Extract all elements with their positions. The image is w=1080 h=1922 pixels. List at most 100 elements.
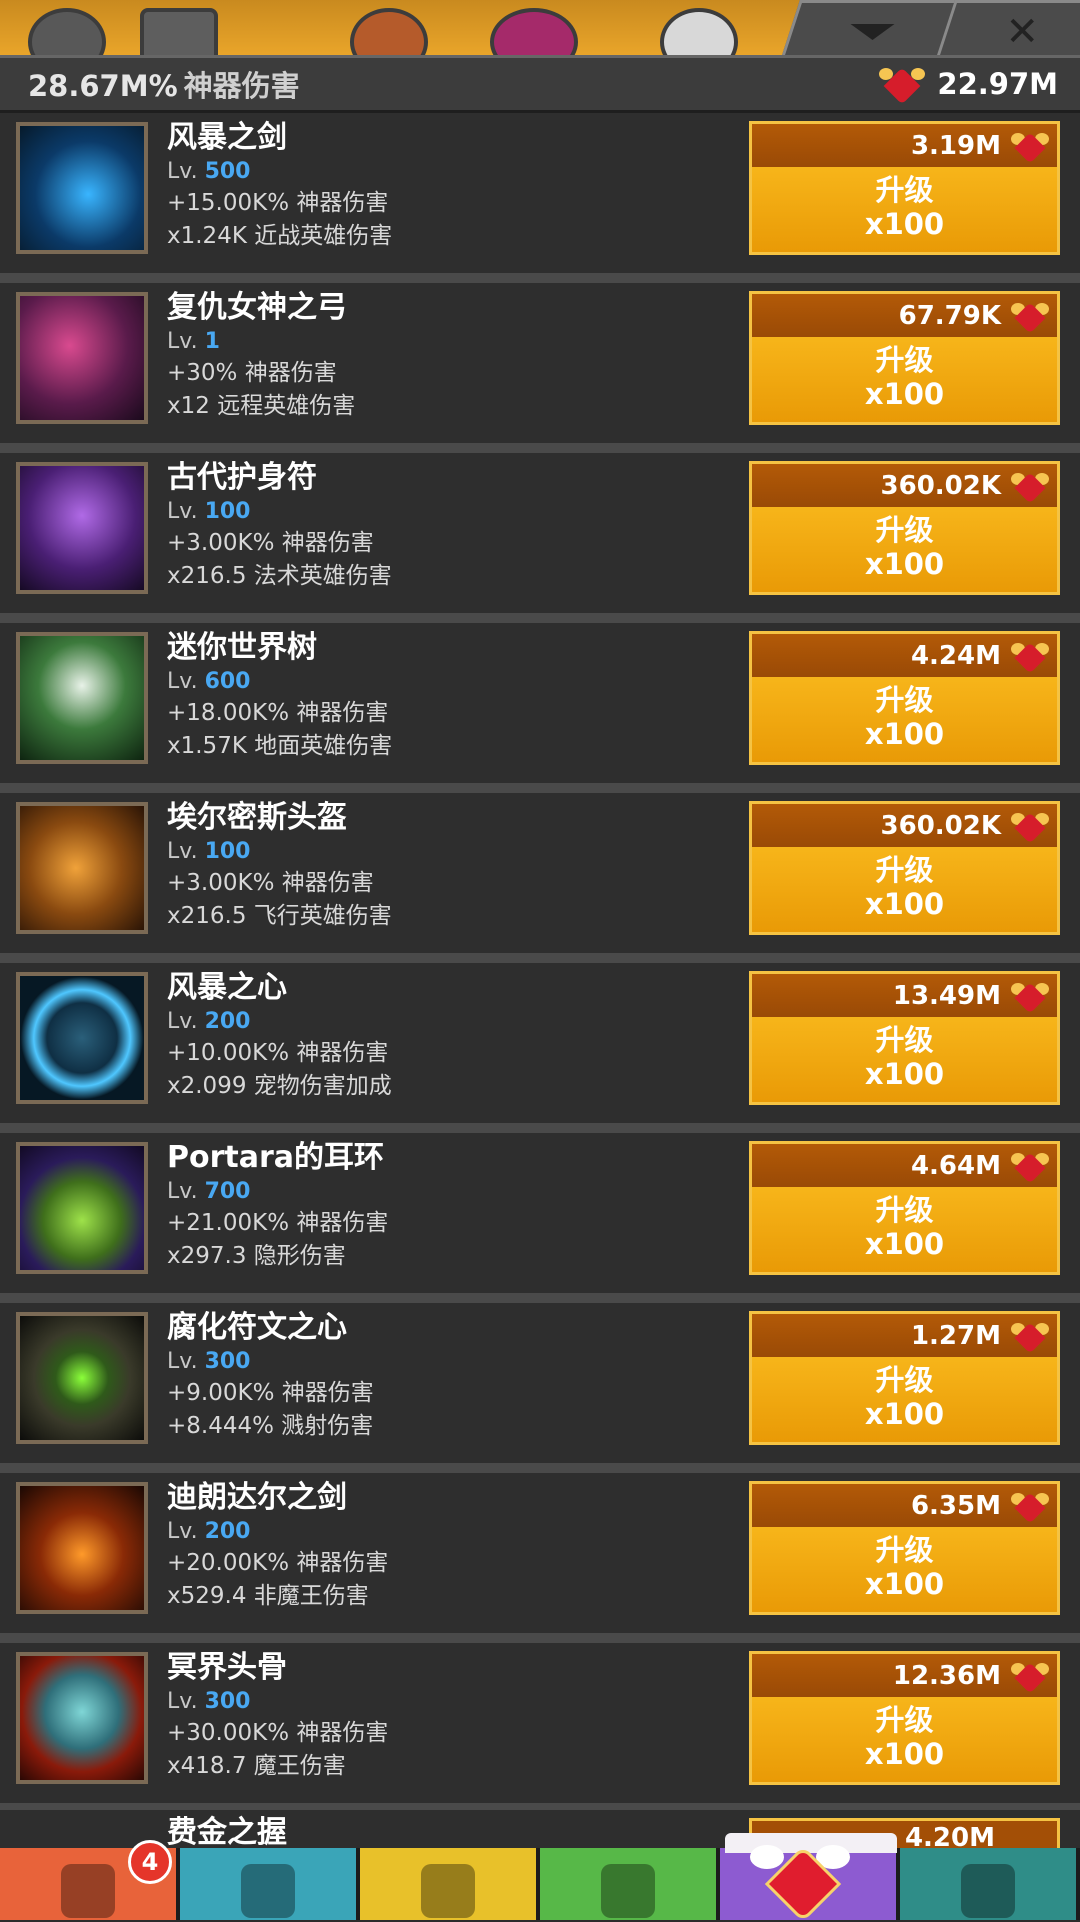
tab-equipment[interactable] — [360, 1848, 540, 1920]
artifact-level: Lv. 600 — [167, 669, 251, 694]
game-top-strip: ✕ — [0, 0, 1080, 55]
upgrade-button[interactable]: 360.02K 升级 x100 — [749, 461, 1060, 595]
artifact-name: 迪朗达尔之剑 — [167, 1480, 347, 1515]
winged-heart-icon — [1011, 811, 1049, 844]
viking-helmet-icon — [241, 1864, 295, 1918]
artifact-level: Lv. 100 — [167, 839, 251, 864]
upgrade-quantity: x100 — [864, 547, 945, 581]
artifact-list[interactable]: 风暴之剑 Lv. 500 +15.00K% 神器伤害 x1.24K 近战英雄伤害… — [0, 113, 1080, 1813]
upgrade-button[interactable]: 4.24M 升级 x100 — [749, 631, 1060, 765]
artifact-effect-1: +9.00K% 神器伤害 — [167, 1380, 374, 1406]
artifact-row: 风暴之剑 Lv. 500 +15.00K% 神器伤害 x1.24K 近战英雄伤害… — [0, 113, 1080, 283]
artifact-name: 埃尔密斯头盔 — [167, 800, 347, 835]
artifact-level: Lv. 1 — [167, 329, 220, 354]
upgrade-button[interactable]: 6.35M 升级 x100 — [749, 1481, 1060, 1615]
tab-shop[interactable] — [900, 1848, 1080, 1920]
game-orb-icon[interactable] — [490, 8, 578, 55]
winged-heart-icon — [1011, 1321, 1049, 1354]
notification-badge: 4 — [128, 1840, 172, 1884]
game-orb-icon[interactable] — [350, 8, 428, 55]
settings-gear-icon[interactable] — [28, 8, 106, 55]
artifact-effect-1: +30.00K% 神器伤害 — [167, 1720, 389, 1746]
winged-heart-icon — [1011, 981, 1049, 1014]
upgrade-label: 升级 — [875, 343, 934, 377]
upgrade-button[interactable]: 3.19M 升级 x100 — [749, 121, 1060, 255]
artifact-name: 冥界头骨 — [167, 1650, 287, 1685]
tab-pets[interactable] — [540, 1848, 720, 1920]
sword-icon — [61, 1864, 115, 1918]
upgrade-button[interactable]: 1.27M 升级 x100 — [749, 1311, 1060, 1445]
artifact-effect-2: x1.57K 地面英雄伤害 — [167, 733, 393, 759]
upgrade-quantity: x100 — [864, 1567, 945, 1601]
upgrade-label: 升级 — [875, 853, 934, 887]
artifact-row: 埃尔密斯头盔 Lv. 100 +3.00K% 神器伤害 x216.5 飞行英雄伤… — [0, 793, 1080, 963]
artifact-row: 迪朗达尔之剑 Lv. 200 +20.00K% 神器伤害 x529.4 非魔王伤… — [0, 1473, 1080, 1643]
winged-heart-icon — [1011, 1491, 1049, 1524]
durendal-sword-icon — [16, 1482, 148, 1614]
artifact-row: 复仇女神之弓 Lv. 1 +30% 神器伤害 x12 远程英雄伤害 67.79K… — [0, 283, 1080, 453]
upgrade-label: 升级 — [875, 1023, 934, 1057]
upgrade-cost: 6.35M — [752, 1484, 1057, 1527]
tab-mercenaries[interactable] — [180, 1848, 360, 1920]
artifact-effect-1: +15.00K% 神器伤害 — [167, 190, 389, 216]
artifact-name: 迷你世界树 — [167, 630, 317, 665]
artifact-name: 复仇女神之弓 — [167, 290, 347, 325]
upgrade-button[interactable]: 13.49M 升级 x100 — [749, 971, 1060, 1105]
winged-heart-icon — [1011, 301, 1049, 334]
artifact-effect-1: +10.00K% 神器伤害 — [167, 1040, 389, 1066]
artifact-effect-2: x2.099 宠物伤害加成 — [167, 1073, 392, 1099]
nemesis-bow-icon — [16, 292, 148, 424]
upgrade-button[interactable]: 4.64M 升级 x100 — [749, 1141, 1060, 1275]
artifact-row: 古代护身符 Lv. 100 +3.00K% 神器伤害 x216.5 法术英雄伤害… — [0, 453, 1080, 623]
artifact-effect-1: +3.00K% 神器伤害 — [167, 530, 374, 556]
artifact-row: 腐化符文之心 Lv. 300 +9.00K% 神器伤害 +8.444% 溅射伤害… — [0, 1303, 1080, 1473]
ancient-amulet-icon — [16, 462, 148, 594]
hearts-total-value: 22.97M — [937, 67, 1058, 101]
artifact-effect-2: x216.5 法术英雄伤害 — [167, 563, 392, 589]
upgrade-label: 升级 — [875, 173, 934, 207]
artifact-effect-2: x418.7 魔王伤害 — [167, 1753, 346, 1779]
upgrade-button[interactable]: 12.36M 升级 x100 — [749, 1651, 1060, 1785]
upgrade-quantity: x100 — [864, 377, 945, 411]
upgrade-cost: 4.64M — [752, 1144, 1057, 1187]
artifact-effect-1: +30% 神器伤害 — [167, 360, 337, 386]
upgrade-cost: 1.27M — [752, 1314, 1057, 1357]
game-orb-icon[interactable] — [660, 8, 738, 55]
shirt-icon — [421, 1864, 475, 1918]
winged-heart-icon — [1011, 471, 1049, 504]
upgrade-label: 升级 — [875, 1703, 934, 1737]
upgrade-label: 升级 — [875, 1193, 934, 1227]
storm-heart-icon — [16, 972, 148, 1104]
close-button[interactable]: ✕ — [935, 0, 1080, 55]
upgrade-quantity: x100 — [864, 207, 945, 241]
collapse-button[interactable] — [780, 0, 966, 55]
artifact-level: Lv. 300 — [167, 1349, 251, 1374]
upgrade-button[interactable]: 67.79K 升级 x100 — [749, 291, 1060, 425]
upgrade-quantity: x100 — [864, 1397, 945, 1431]
artifact-level: Lv. 500 — [167, 159, 251, 184]
upgrade-label: 升级 — [875, 683, 934, 717]
winged-heart-icon — [879, 66, 926, 105]
artifact-level: Lv. 700 — [167, 1179, 251, 1204]
winged-heart-icon — [750, 1835, 850, 1922]
upgrade-cost: 3.19M — [752, 124, 1057, 167]
upgrade-cost: 12.36M — [752, 1654, 1057, 1697]
upgrade-quantity: x100 — [864, 717, 945, 751]
artifact-effect-2: x12 远程英雄伤害 — [167, 393, 356, 419]
storm-sword-icon — [16, 122, 148, 254]
upgrade-button[interactable]: 360.02K 升级 x100 — [749, 801, 1060, 935]
portara-earring-icon — [16, 1142, 148, 1274]
crossed-swords-icon[interactable] — [140, 8, 218, 55]
hermes-helmet-icon — [16, 802, 148, 934]
upgrade-cost: 4.24M — [752, 634, 1057, 677]
artifact-damage-value: 28.67M% — [28, 69, 178, 103]
winged-heart-icon — [1011, 641, 1049, 674]
artifact-level: Lv. 100 — [167, 499, 251, 524]
artifact-level: Lv. 200 — [167, 1519, 251, 1544]
artifact-effect-1: +18.00K% 神器伤害 — [167, 700, 389, 726]
winged-heart-icon — [1011, 131, 1049, 164]
artifact-name: 费金之握 — [167, 1815, 287, 1850]
artifact-name: 腐化符文之心 — [167, 1310, 347, 1345]
artifact-effect-2: x216.5 飞行英雄伤害 — [167, 903, 392, 929]
upgrade-label: 升级 — [875, 1533, 934, 1567]
